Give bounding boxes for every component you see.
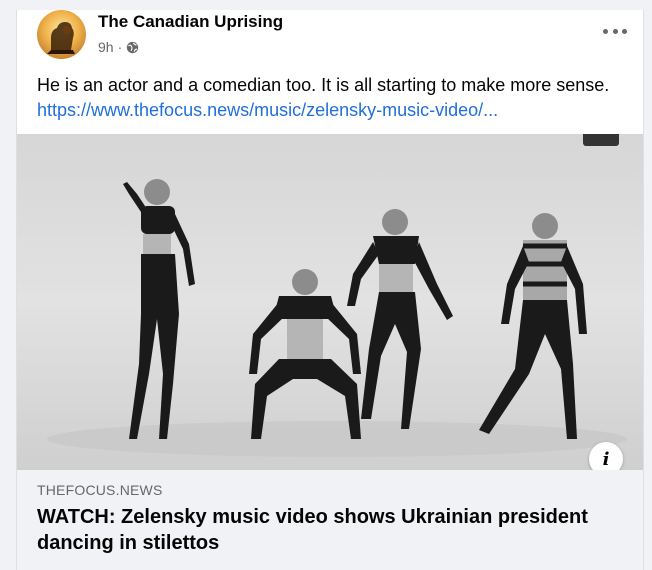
post-body: He is an actor and a comedian too. It is… — [37, 75, 610, 95]
more-options-icon[interactable] — [603, 24, 627, 38]
post-text: He is an actor and a comedian too. It is… — [37, 73, 627, 123]
post-time[interactable]: 9h — [98, 39, 114, 55]
post-header: The Canadian Uprising 9h · — [37, 10, 637, 68]
more-dot — [603, 28, 608, 34]
more-dot — [612, 28, 618, 34]
info-icon[interactable]: i — [589, 442, 623, 470]
post-meta: 9h · — [98, 39, 139, 55]
dancer-figure — [249, 269, 361, 439]
link-title[interactable]: WATCH: Zelensky music video shows Ukrain… — [37, 504, 627, 556]
link-preview-image[interactable]: i — [17, 134, 643, 470]
link-preview[interactable]: THEFOCUS.NEWS WATCH: Zelensky music vide… — [17, 470, 643, 570]
author-name[interactable]: The Canadian Uprising — [98, 12, 283, 32]
more-dot — [622, 28, 627, 34]
avatar[interactable] — [37, 10, 86, 59]
meta-separator: · — [117, 39, 123, 55]
post-link[interactable]: https://www.thefocus.news/music/zelensky… — [37, 100, 498, 120]
dancer-figure — [347, 209, 453, 429]
dancer-figure — [123, 179, 195, 439]
dancer-figure — [479, 213, 587, 439]
globe-icon[interactable] — [126, 41, 139, 54]
dancers-photo — [47, 179, 627, 457]
link-domain: THEFOCUS.NEWS — [37, 482, 163, 498]
post-card: The Canadian Uprising 9h · He is an acto… — [16, 10, 644, 570]
